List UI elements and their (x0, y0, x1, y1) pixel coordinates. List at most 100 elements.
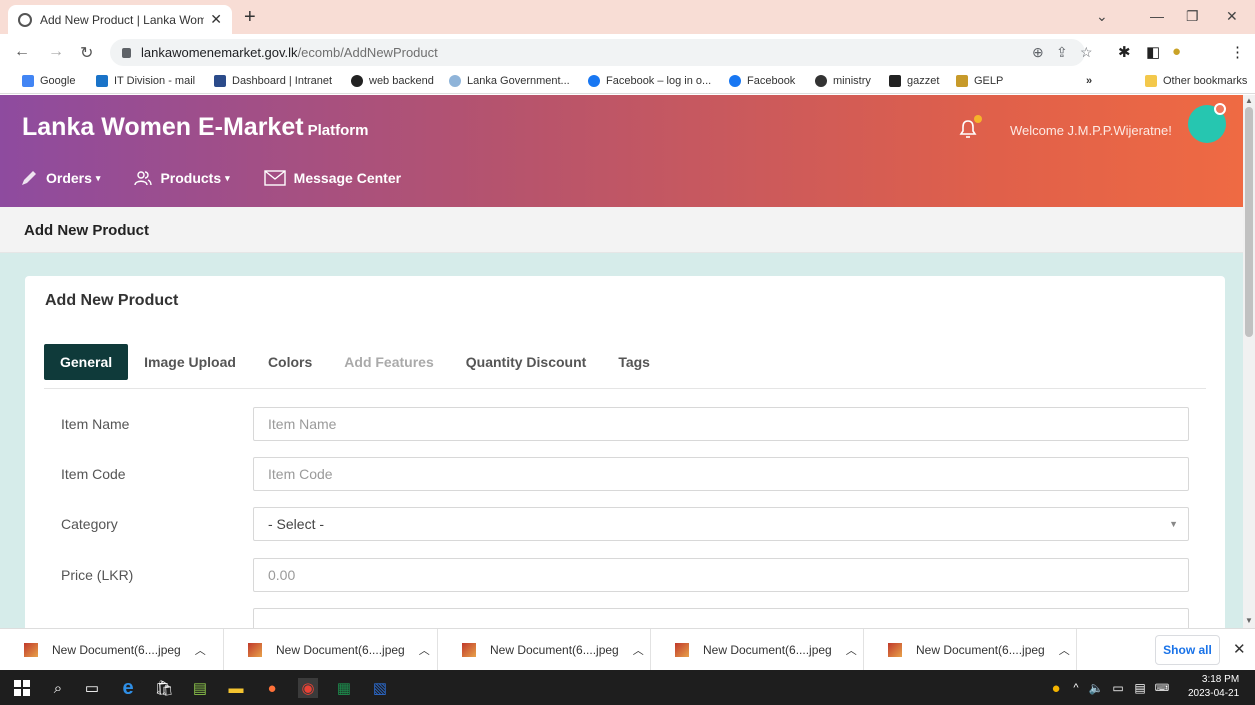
tab-title: Add New Product | Lanka Wome (40, 12, 205, 27)
bookmarks-overflow[interactable]: » (1086, 75, 1092, 87)
close-window-button[interactable]: ✕ (1226, 8, 1238, 25)
other-bookmarks[interactable]: Other bookmarks (1145, 75, 1247, 87)
download-item[interactable]: New Document(6....jpeg ︿ (438, 629, 651, 671)
category-select[interactable]: - Select - ▼ (253, 507, 1189, 541)
word-icon[interactable]: ▧ (370, 678, 390, 698)
reload-icon[interactable]: ↻ (80, 43, 93, 63)
restore-button[interactable]: ❐ (1186, 8, 1199, 25)
avatar[interactable] (1188, 103, 1226, 143)
tray-chevron-icon[interactable]: ^ (1066, 678, 1086, 698)
close-tab-icon[interactable]: ✕ (210, 11, 222, 28)
download-item[interactable]: New Document(6....jpeg ︿ (864, 629, 1077, 671)
bookmark-facebook-login[interactable]: Facebook – log in o... (588, 75, 711, 87)
pencil-icon (22, 171, 36, 185)
notepad-icon[interactable]: ▤ (190, 678, 210, 698)
notification-bell-icon[interactable] (958, 115, 982, 139)
chevron-up-icon[interactable]: ︿ (419, 642, 430, 658)
price-label: Price (LKR) (61, 567, 134, 583)
store-icon[interactable]: 🛍 (154, 678, 174, 698)
scrollbar-thumb[interactable] (1245, 107, 1253, 337)
zoom-icon[interactable]: ⊕ (1032, 44, 1044, 61)
extensions-icon[interactable]: ✱ (1118, 43, 1131, 61)
tab-quantity-discount[interactable]: Quantity Discount (450, 344, 603, 380)
download-item[interactable]: New Document(6....jpeg ︿ (651, 629, 864, 671)
scroll-up-icon[interactable]: ▲ (1245, 96, 1253, 105)
tab-add-features[interactable]: Add Features (328, 344, 449, 380)
bookmark-ministry[interactable]: ministry (815, 75, 871, 87)
nav-products[interactable]: Products ▾ (134, 169, 230, 187)
bookmark-facebook[interactable]: Facebook (729, 75, 795, 87)
show-all-downloads-button[interactable]: Show all (1155, 635, 1220, 665)
page-title: Add New Product (0, 207, 1243, 253)
download-item[interactable]: New Document(6....jpeg ︿ (0, 629, 224, 671)
divider (44, 388, 1206, 389)
bookmark-dashboard[interactable]: Dashboard | Intranet (214, 75, 332, 87)
page-scrollbar[interactable]: ▲ ▼ (1243, 95, 1255, 628)
share-icon[interactable]: ⇪ (1056, 44, 1068, 61)
bookmark-web-backend[interactable]: web backend (351, 75, 434, 87)
tab-image-upload[interactable]: Image Upload (128, 344, 252, 380)
notification-dot (974, 115, 982, 123)
side-panel-icon[interactable]: ◧ (1146, 43, 1160, 61)
tab-tags[interactable]: Tags (602, 344, 666, 380)
price-input[interactable] (253, 558, 1189, 592)
scroll-down-icon[interactable]: ▼ (1245, 616, 1253, 625)
url-path: /ecomb/AddNewProduct (297, 45, 438, 60)
windows-start-icon[interactable] (12, 678, 32, 698)
new-tab-button[interactable]: + (244, 6, 256, 29)
search-icon[interactable]: ⌕ (48, 678, 68, 698)
download-item[interactable]: New Document(6....jpeg ︿ (224, 629, 438, 671)
chrome-icon[interactable]: ◉ (298, 678, 318, 698)
tab-colors[interactable]: Colors (252, 344, 328, 380)
edge-icon[interactable]: e (118, 677, 138, 699)
item-name-label: Item Name (61, 416, 130, 432)
tab-general[interactable]: General (44, 344, 129, 380)
url-field[interactable]: lankawomenemarket.gov.lk/ecomb/AddNewPro… (110, 39, 1085, 66)
nav-orders[interactable]: Orders ▾ (20, 169, 100, 187)
chevron-up-icon[interactable]: ︿ (1059, 642, 1070, 658)
bookmark-star-icon[interactable]: ☆ (1080, 44, 1093, 61)
bookmark-it-division[interactable]: IT Division - mail (96, 75, 195, 87)
users-icon (134, 171, 153, 186)
caret-down-icon: ▾ (225, 172, 230, 183)
menu-kebab-icon[interactable]: ⋮ (1230, 43, 1245, 61)
windows-taskbar: ⌕ ▭ e 🛍 ▤ ▬ ● ◉ ▦ ▧ ● ^ 🔈 ▭ ▤ ⌨ 3:18 PM … (0, 670, 1255, 705)
browser-tab[interactable]: Add New Product | Lanka Wome ✕ (8, 5, 232, 34)
brand-logo[interactable]: Lanka Women E-Market Platform (22, 113, 368, 142)
close-downloads-icon[interactable]: ✕ (1233, 640, 1246, 658)
nav-products-label: Products (160, 170, 222, 186)
profile-icon[interactable]: ● (1172, 43, 1181, 60)
help-icon[interactable]: ● (1046, 678, 1066, 698)
bookmark-gazzet[interactable]: gazzet (889, 75, 939, 87)
chevron-up-icon[interactable]: ︿ (195, 642, 206, 658)
network-icon[interactable]: ▭ (1108, 678, 1128, 698)
image-file-icon (248, 643, 262, 657)
bookmarks-bar: Google IT Division - mail Dashboard | In… (0, 70, 1255, 94)
speaker-icon[interactable]: 🔈 (1086, 678, 1106, 698)
emblem-icon (956, 75, 968, 87)
form-row-item-name: Item Name (61, 407, 1191, 441)
item-code-input[interactable] (253, 457, 1189, 491)
firefox-icon[interactable]: ● (262, 678, 282, 698)
chevron-up-icon[interactable]: ︿ (846, 642, 857, 658)
bookmark-google[interactable]: Google (22, 75, 75, 87)
tab-search-icon[interactable]: ⌄ (1096, 8, 1108, 25)
message-icon[interactable]: ▤ (1130, 678, 1150, 698)
forward-arrow-icon[interactable]: → (48, 43, 64, 61)
back-arrow-icon[interactable]: ← (14, 43, 30, 61)
excel-icon[interactable]: ▦ (334, 678, 354, 698)
nav-message-center[interactable]: Message Center (263, 169, 401, 187)
bookmark-gelp[interactable]: GELP (956, 75, 1003, 87)
chevron-up-icon[interactable]: ︿ (633, 642, 644, 658)
file-explorer-icon[interactable]: ▬ (226, 678, 246, 698)
image-file-icon (888, 643, 902, 657)
taskbar-clock[interactable]: 3:18 PM 2023-04-21 (1188, 673, 1239, 701)
download-filename: New Document(6....jpeg (52, 643, 181, 657)
keyboard-icon[interactable]: ⌨ (1152, 678, 1172, 698)
clock-time: 3:18 PM (1201, 674, 1240, 685)
status-indicator (1214, 103, 1226, 115)
task-view-icon[interactable]: ▭ (82, 678, 102, 698)
bookmark-lanka-gov[interactable]: Lanka Government... (449, 75, 570, 87)
minimize-button[interactable]: — (1150, 8, 1164, 24)
item-name-input[interactable] (253, 407, 1189, 441)
